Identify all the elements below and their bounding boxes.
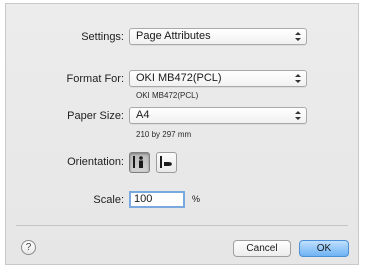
popup-arrows-icon — [295, 111, 301, 120]
scale-label: Scale: — [93, 194, 124, 206]
cancel-button[interactable]: Cancel — [233, 240, 291, 257]
paper-size-value: A4 — [136, 109, 150, 121]
settings-label: Settings: — [81, 31, 124, 43]
scale-input[interactable]: 100 — [129, 191, 185, 208]
paper-size-popup[interactable]: A4 — [129, 107, 307, 124]
orientation-landscape-button[interactable] — [156, 152, 177, 173]
portrait-person-icon — [133, 156, 143, 168]
help-button[interactable]: ? — [21, 240, 36, 255]
page-setup-dialog: Settings: Page Attributes Format For: OK… — [5, 3, 359, 265]
paper-size-subtitle: 210 by 297 mm — [136, 130, 192, 139]
settings-popup[interactable]: Page Attributes — [129, 28, 307, 45]
format-for-popup[interactable]: OKI MB472(PCL) — [129, 70, 307, 87]
scale-unit: % — [192, 194, 201, 204]
settings-value: Page Attributes — [136, 30, 211, 42]
popup-arrows-icon — [295, 32, 301, 41]
format-for-value: OKI MB472(PCL) — [136, 72, 222, 84]
format-for-subtitle: OKI MB472(PCL) — [136, 91, 199, 100]
divider — [16, 225, 348, 226]
popup-arrows-icon — [295, 74, 301, 83]
landscape-person-icon — [160, 156, 172, 168]
format-for-label: Format For: — [66, 73, 124, 85]
ok-button[interactable]: OK — [299, 240, 349, 257]
orientation-label: Orientation: — [67, 156, 124, 168]
orientation-portrait-button[interactable] — [129, 152, 150, 173]
paper-size-label: Paper Size: — [67, 110, 124, 122]
